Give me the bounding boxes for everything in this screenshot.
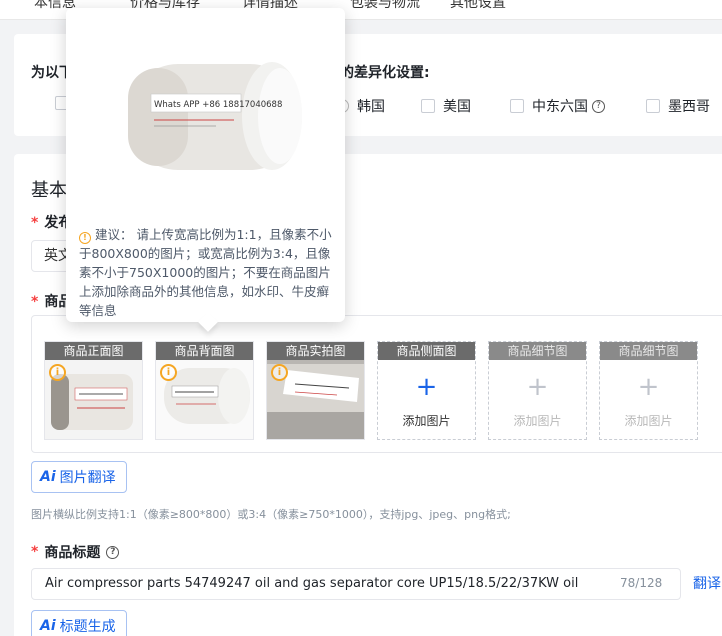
slot-caption: 商品侧面图 <box>378 342 475 360</box>
add-image-label: 添加图片 <box>402 414 451 428</box>
image-translate-label: 图片翻译 <box>59 470 116 486</box>
product-title-input[interactable]: Air compressor parts 54749247 oil and ga… <box>31 568 681 600</box>
warning-icon[interactable]: i <box>160 364 177 381</box>
country-checkbox-middle-east[interactable]: 中东六国? <box>510 96 605 116</box>
title-char-counter: 78/128 <box>620 576 663 590</box>
image-slot-side[interactable]: 商品侧面图 + 添加图片 <box>377 341 476 440</box>
image-format-hint: 图片横纵比例支持1:1（像素≥800*800）或3:4（像素≥750*1000）… <box>31 508 511 521</box>
image-slot-front[interactable]: 商品正面图 i <box>44 341 143 440</box>
plus-icon: + <box>526 372 549 402</box>
image-slot-back[interactable]: 商品背面图 i <box>155 341 254 440</box>
ai-icon: Ai <box>40 618 56 634</box>
upload-tip: ! 建议： 请上传宽高比例为1:1，且像素不小于800X800的图片；或宽高比例为… <box>79 225 337 320</box>
image-preview-popover: Whats APP +86 18817040688 ! 建议： 请上传宽高比例为1… <box>66 8 345 332</box>
translate-link[interactable]: 翻译 <box>693 573 721 593</box>
section-title: 基本 <box>31 180 67 201</box>
title-generate-button[interactable]: Ai 标题生成 <box>31 610 127 636</box>
slot-caption: 商品正面图 <box>45 342 142 360</box>
country-checkbox-usa[interactable]: 美国 <box>421 96 471 116</box>
warning-icon[interactable]: i <box>271 364 288 381</box>
image-slot-detail-1[interactable]: 商品细节图 + 添加图片 <box>488 341 587 440</box>
upload-tip-text: 建议： 请上传宽高比例为1:1，且像素不小于800X800的图片；或宽高比例为3… <box>79 227 332 318</box>
warning-icon[interactable]: i <box>49 364 66 381</box>
diff-settings-label-suffix: 的差异化设置: <box>340 65 430 81</box>
slot-caption: 商品背面图 <box>156 342 253 360</box>
title-field-label: * 商品标题? <box>31 542 120 562</box>
country-label: 韩国 <box>357 99 385 115</box>
country-checkbox-mexico[interactable]: 墨西哥 <box>646 96 710 116</box>
title-generate-label: 标题生成 <box>59 619 116 635</box>
image-translate-button[interactable]: Ai 图片翻译 <box>31 461 127 493</box>
ai-icon: Ai <box>40 469 56 485</box>
image-slot-real-photo[interactable]: 商品实拍图 i <box>266 341 365 440</box>
tab-other-settings[interactable]: 其他设置 <box>450 0 506 12</box>
plus-icon: + <box>415 372 438 402</box>
slot-caption: 商品细节图 <box>600 342 697 360</box>
add-image-label: 添加图片 <box>513 414 562 428</box>
product-preview-image: Whats APP +86 18817040688 <box>128 62 302 170</box>
add-image-label: 添加图片 <box>624 414 673 428</box>
slot-caption: 商品细节图 <box>489 342 586 360</box>
image-slot-detail-2[interactable]: 商品细节图 + 添加图片 <box>599 341 698 440</box>
help-icon[interactable]: ? <box>592 99 605 113</box>
country-label: 中东六国 <box>532 99 588 115</box>
tab-packaging[interactable]: 包装与物流 <box>350 0 420 12</box>
product-label-text: Whats APP +86 18817040688 <box>154 100 282 110</box>
country-label: 墨西哥 <box>668 99 710 115</box>
help-icon[interactable]: ? <box>106 545 120 559</box>
warning-icon: ! <box>79 232 91 244</box>
plus-icon: + <box>637 372 660 402</box>
slot-caption: 商品实拍图 <box>267 342 364 360</box>
country-label: 美国 <box>443 99 471 115</box>
